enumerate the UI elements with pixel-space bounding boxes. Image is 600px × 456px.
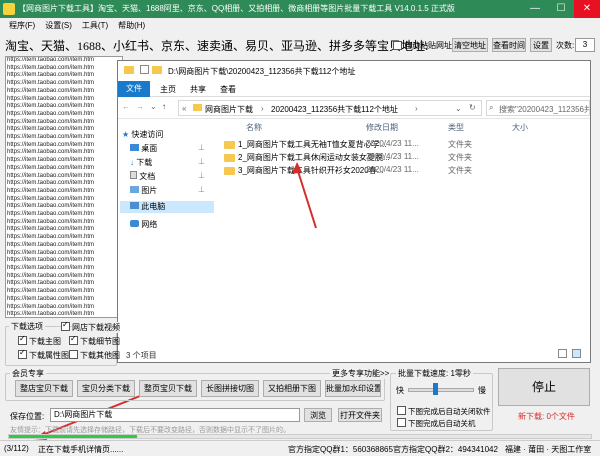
progress-bar bbox=[8, 434, 592, 439]
checkbox-attr-image-label: 下载属性图 bbox=[29, 351, 69, 360]
page-download-button[interactable]: 整页宝贝下载 bbox=[139, 380, 197, 397]
checkbox-attr-image[interactable] bbox=[18, 348, 27, 359]
member-legend: 会员专享 bbox=[10, 368, 46, 379]
auto-close-checkbox[interactable] bbox=[397, 406, 406, 415]
batch-speed-legend: 批量下载速度: 1零秒 bbox=[396, 368, 473, 379]
annotation-arrowhead bbox=[292, 162, 302, 174]
speed-slider-track[interactable] bbox=[408, 388, 474, 392]
shop-download-button[interactable]: 整店宝贝下载 bbox=[15, 380, 73, 397]
status-bar: (3/112) 正在下载手机详情页...... 官方指定QQ群1：5603688… bbox=[0, 440, 600, 456]
slider-min-label: 快 bbox=[396, 386, 404, 395]
qq-group-2: 官方指定QQ群2：494341042 bbox=[393, 445, 498, 454]
auto-close-label: 下图完成后自动关闭软件 bbox=[408, 407, 491, 416]
progress-fill bbox=[9, 435, 138, 438]
stop-button[interactable]: 停止 bbox=[498, 368, 590, 406]
speed-slider-thumb[interactable] bbox=[432, 383, 438, 395]
checkbox-video[interactable] bbox=[61, 320, 70, 331]
browse-button[interactable]: 浏览 bbox=[304, 408, 332, 422]
watermark-button[interactable]: 批量加水印设置 bbox=[325, 380, 381, 397]
status-count: (3/112) bbox=[4, 444, 29, 453]
slider-max-label: 慢 bbox=[478, 386, 486, 395]
qq-group-1: 官方指定QQ群1：560368865 bbox=[288, 445, 393, 454]
new-download-count: 新下载: 0个文件 bbox=[518, 412, 575, 421]
checkbox-detail-image-label: 下载细节图 bbox=[80, 337, 120, 346]
more-features-link[interactable]: 更多专享功能>> bbox=[330, 368, 392, 379]
checkbox-other-image[interactable] bbox=[69, 350, 78, 359]
checkbox-detail-image[interactable] bbox=[69, 334, 78, 345]
download-options-legend: 下载选项 bbox=[9, 321, 45, 332]
auto-shutdown-label: 下图完成后自动关机 bbox=[408, 419, 476, 428]
studio-credit: 福建 · 莆田 · 天图工作室 bbox=[505, 445, 592, 454]
annotation-arrow-folders bbox=[296, 167, 317, 229]
auto-shutdown-checkbox[interactable] bbox=[397, 418, 406, 427]
save-path-input[interactable]: D:\网商图片下载 bbox=[50, 408, 300, 422]
long-image-button[interactable]: 长图拼接切图 bbox=[201, 380, 259, 397]
save-label: 保存位置: bbox=[10, 412, 45, 421]
checkbox-video-label: 网店下载视频 bbox=[72, 322, 120, 333]
open-folder-button[interactable]: 打开文件夹 bbox=[338, 408, 382, 422]
checkbox-other-image-label: 下载其他图 bbox=[80, 351, 120, 360]
upyun-download-button[interactable]: 又拍相册下图 bbox=[263, 380, 321, 397]
checkbox-main-image[interactable] bbox=[18, 334, 27, 345]
status-message: 正在下载手机详情页...... bbox=[38, 445, 124, 454]
checkbox-main-image-label: 下载主图 bbox=[29, 337, 61, 346]
category-download-button[interactable]: 宝贝分类下载 bbox=[77, 380, 135, 397]
